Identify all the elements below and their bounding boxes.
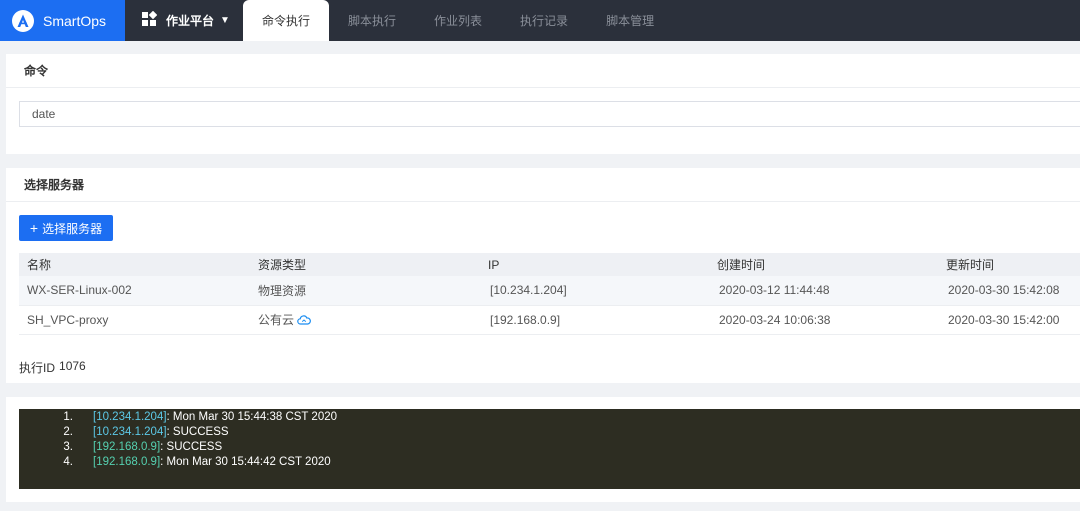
server-name: SH_VPC-proxy <box>19 305 250 335</box>
log-text: : Mon Mar 30 15:44:42 CST 2020 <box>160 455 331 468</box>
logo-icon <box>12 9 34 32</box>
execution-id-label: 执行ID <box>19 361 56 375</box>
plus-icon: + <box>29 220 39 236</box>
top-navigation: SmartOps 作业平台 ▼ 命令执行 脚本执行 作业列表 执行记录 脚本管理 <box>0 0 1080 41</box>
output-console[interactable]: 1. [10.234.1.204] : Mon Mar 30 15:44:38 … <box>19 409 1080 489</box>
log-ip: [192.168.0.9] <box>93 455 161 468</box>
platform-switcher[interactable]: 作业平台 ▼ <box>125 0 243 41</box>
command-input[interactable] <box>19 101 1080 127</box>
server-type: 物理资源 <box>250 276 480 306</box>
column-header-name: 名称 <box>19 253 250 276</box>
server-ip: [192.168.0.9] <box>480 305 709 335</box>
server-name: WX-SER-Linux-002 <box>19 276 250 306</box>
caret-down-icon: ▼ <box>220 15 230 26</box>
server-created: 2020-03-12 11:44:48 <box>709 276 938 306</box>
log-text: : Mon Mar 30 15:44:38 CST 2020 <box>166 410 338 423</box>
tab-command-exec[interactable]: 命令执行 <box>243 0 330 41</box>
line-number: 3. <box>63 440 73 453</box>
table-header-row: 名称 资源类型 IP 创建时间 更新时间 <box>19 253 1080 276</box>
select-server-label: 选择服务器 <box>42 221 103 236</box>
command-title: 命令 <box>6 54 1080 88</box>
column-header-updated: 更新时间 <box>938 253 1080 276</box>
log-text: : SUCCESS <box>166 425 229 438</box>
command-card: 命令 <box>6 54 1080 154</box>
tab-job-list[interactable]: 作业列表 <box>415 0 501 41</box>
select-server-button[interactable]: + 选择服务器 <box>19 215 113 241</box>
log-ip: [192.168.0.9] <box>93 440 161 453</box>
log-ip: [10.234.1.204] <box>93 410 167 423</box>
tab-bar: 命令执行 脚本执行 作业列表 执行记录 脚本管理 <box>243 0 673 41</box>
log-line: 2. [10.234.1.204] : SUCCESS <box>19 424 1080 439</box>
table-row[interactable]: SH_VPC-proxy 公有云 [192.168.0.9] 2020-03-2… <box>19 305 1080 335</box>
column-header-type: 资源类型 <box>250 253 480 276</box>
log-card: 1. [10.234.1.204] : Mon Mar 30 15:44:38 … <box>6 397 1080 502</box>
log-line: 4. [192.168.0.9] : Mon Mar 30 15:44:42 C… <box>19 454 1080 469</box>
line-number: 1. <box>63 410 73 423</box>
server-type-cell: 公有云 <box>250 305 480 335</box>
log-text: : SUCCESS <box>160 440 223 453</box>
log-ip: [10.234.1.204] <box>93 425 167 438</box>
cloud-icon <box>297 314 311 328</box>
line-number: 4. <box>63 455 73 468</box>
column-header-created: 创建时间 <box>709 253 938 276</box>
log-line: 3. [192.168.0.9] : SUCCESS <box>19 439 1080 454</box>
tab-exec-records[interactable]: 执行记录 <box>501 0 587 41</box>
server-section-title: 选择服务器 <box>6 168 1080 202</box>
table-row[interactable]: WX-SER-Linux-002 物理资源 [10.234.1.204] 202… <box>19 276 1080 306</box>
brand-name: SmartOps <box>43 12 107 29</box>
tab-script-manage[interactable]: 脚本管理 <box>587 0 673 41</box>
execution-id-value: 1076 <box>59 359 86 373</box>
server-card: 选择服务器 + 选择服务器 名称 资源类型 IP 创建时间 更新时间 WX-SE… <box>6 168 1080 383</box>
execution-id: 执行ID 1076 <box>19 359 86 376</box>
server-table: 名称 资源类型 IP 创建时间 更新时间 WX-SER-Linux-002 物理… <box>19 253 1080 335</box>
server-type: 公有云 <box>258 313 295 327</box>
platform-label: 作业平台 <box>166 14 215 28</box>
grid-icon <box>141 10 158 30</box>
column-header-ip: IP <box>480 253 709 276</box>
tab-script-exec[interactable]: 脚本执行 <box>329 0 415 41</box>
line-number: 2. <box>63 425 73 438</box>
server-updated: 2020-03-30 15:42:00 <box>938 305 1080 335</box>
brand[interactable]: SmartOps <box>0 0 125 41</box>
log-line: 1. [10.234.1.204] : Mon Mar 30 15:44:38 … <box>19 409 1080 424</box>
server-ip: [10.234.1.204] <box>480 276 709 306</box>
server-updated: 2020-03-30 15:42:08 <box>938 276 1080 306</box>
server-created: 2020-03-24 10:06:38 <box>709 305 938 335</box>
